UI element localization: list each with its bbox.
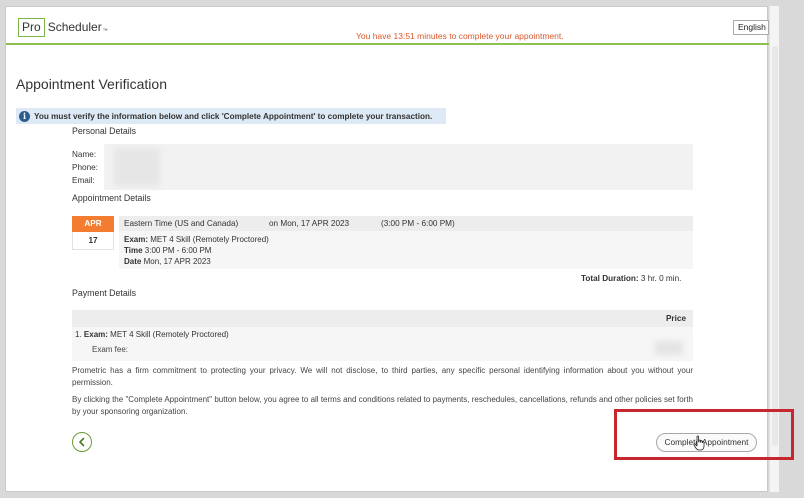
time-value: 3:00 PM - 6:00 PM <box>144 246 212 255</box>
redacted-personal-info <box>114 148 160 186</box>
verification-alert: i You must verify the information below … <box>16 108 446 124</box>
scrollbar-thumb[interactable] <box>772 46 778 446</box>
email-label: Email: <box>72 176 95 185</box>
name-label: Name: <box>72 150 97 159</box>
proscheduler-logo[interactable]: Pro Scheduler ™ <box>18 17 108 37</box>
appointment-date-row: Date Mon, 17 APR 2023 <box>124 256 693 267</box>
personal-details-labels: Name: Phone: Email: <box>72 148 98 187</box>
chevron-left-icon <box>79 437 85 447</box>
session-timer: You have 13:51 minutes to complete your … <box>356 31 564 41</box>
time-label: Time <box>124 246 143 255</box>
redacted-price <box>655 341 683 355</box>
back-button[interactable] <box>72 432 92 452</box>
appointment-on-date: on Mon, 17 APR 2023 <box>269 219 350 228</box>
exam-fee-label: Exam fee: <box>92 345 129 354</box>
terms-statement: By clicking the "Complete Appointment" b… <box>72 395 693 416</box>
payment-exam-value: MET 4 Skill (Remotely Proctored) <box>110 330 229 339</box>
date-badge-month: APR <box>72 216 114 232</box>
appointment-header: Eastern Time (US and Canada) on Mon, 17 … <box>119 216 693 231</box>
date-badge: APR 17 <box>72 216 114 250</box>
appointment-time-range: (3:00 PM - 6:00 PM) <box>381 219 455 228</box>
date-value: Mon, 17 APR 2023 <box>143 257 211 266</box>
privacy-statement: Prometric has a firm commitment to prote… <box>72 366 693 387</box>
phone-label: Phone: <box>72 163 98 172</box>
appointment-timezone: Eastern Time (US and Canada) <box>124 219 239 228</box>
payment-details-title: Payment Details <box>72 288 137 298</box>
total-duration-label: Total Duration: <box>581 274 639 283</box>
total-duration: Total Duration: 3 hr. 0 min. <box>581 274 681 283</box>
page-title: Appointment Verification <box>16 76 167 92</box>
exam-label: Exam: <box>124 235 149 244</box>
logo-trademark: ™ <box>102 28 108 34</box>
header-bar: Pro Scheduler ™ You have 13:51 minutes t… <box>6 7 769 45</box>
logo-scheduler-text: Scheduler <box>47 20 102 34</box>
personal-details-title: Personal Details <box>72 126 137 136</box>
payment-table-row: 1. Exam: MET 4 Skill (Remotely Proctored… <box>72 327 693 361</box>
price-column-header: Price <box>665 314 686 323</box>
total-duration-value: 3 hr. 0 min. <box>640 274 682 283</box>
appointment-body: Exam: MET 4 Skill (Remotely Proctored) T… <box>119 231 693 269</box>
personal-details-values <box>104 144 693 190</box>
alert-text: You must verify the information below an… <box>34 111 433 121</box>
appointment-exam-row: Exam: MET 4 Skill (Remotely Proctored) <box>124 234 693 245</box>
payment-item-number: 1. <box>75 330 82 339</box>
logo-pro-text: Pro <box>18 17 45 37</box>
date-label: Date <box>124 257 142 266</box>
payment-table-header: Price <box>72 310 693 327</box>
exam-value: MET 4 Skill (Remotely Proctored) <box>150 235 269 244</box>
appointment-details-title: Appointment Details <box>72 193 151 203</box>
date-badge-day: 17 <box>72 232 114 250</box>
hand-cursor-icon <box>693 435 705 451</box>
language-select[interactable]: English <box>733 20 769 35</box>
payment-exam-label: Exam: <box>83 330 108 339</box>
payment-item: 1. Exam: MET 4 Skill (Remotely Proctored… <box>75 330 229 339</box>
info-icon: i <box>19 110 30 122</box>
appointment-time-row: Time 3:00 PM - 6:00 PM <box>124 245 693 256</box>
